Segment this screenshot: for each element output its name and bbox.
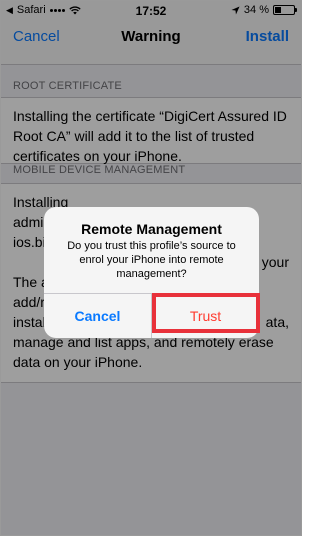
alert-message-line: enrol your iPhone into remote — [79, 254, 224, 266]
alert-cancel-button[interactable]: Cancel — [44, 294, 151, 338]
iphone-screen: ◀ Safari 17:52 34 % Cancel Warning Insta… — [0, 0, 302, 536]
alert-message-line: Do you trust this profile’s source to — [67, 240, 236, 252]
alert-message: Do you trust this profile’s source to en… — [56, 239, 247, 281]
alert-message-line: management? — [116, 268, 187, 280]
alert-title: Remote Management — [81, 221, 222, 237]
trust-highlight-box — [152, 293, 260, 333]
